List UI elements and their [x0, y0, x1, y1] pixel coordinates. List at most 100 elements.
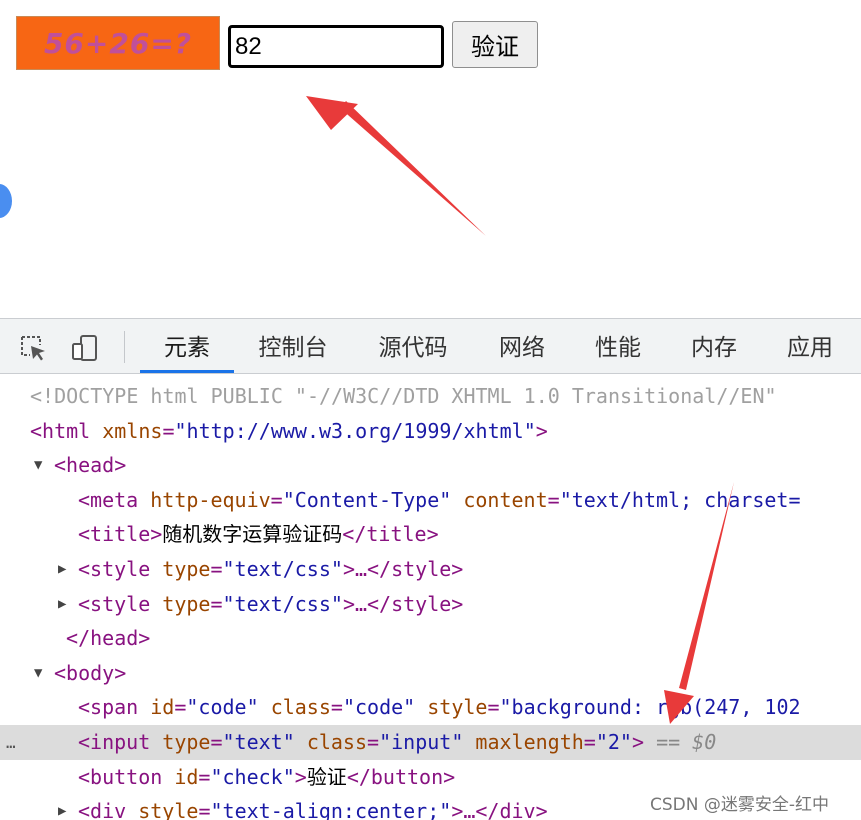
markup-token: <span	[78, 695, 151, 720]
markup-token: 验证	[306, 764, 347, 789]
markup-token	[259, 695, 271, 719]
markup-token: </head>	[54, 626, 151, 651]
markup-token: >…</style>	[342, 591, 464, 616]
collapse-triangle-icon[interactable]: ▼	[34, 448, 42, 483]
markup-token: </title>	[342, 522, 439, 547]
dom-node-markup: <div style="text-align:center;">…</div>	[78, 794, 548, 820]
dom-node-markup: <button id="check">验证</button>	[78, 760, 455, 795]
inspect-element-icon[interactable]	[18, 333, 48, 363]
markup-token: <body>	[54, 660, 127, 685]
markup-token: <style	[78, 591, 163, 616]
markup-token: >…</div>	[451, 799, 548, 820]
markup-token	[451, 488, 463, 512]
markup-token: "http://www.w3.org/1999/xhtml"	[174, 418, 536, 443]
markup-token: http-equiv	[150, 487, 271, 512]
dom-tree: <!DOCTYPE html PUBLIC "-//W3C//DTD XHTML…	[0, 375, 861, 820]
markup-token: <head>	[54, 453, 127, 478]
side-floating-dot[interactable]	[0, 184, 12, 218]
markup-token: <!DOCTYPE html PUBLIC "-//W3C//DTD XHTML…	[30, 384, 777, 408]
dom-node-markup: <!DOCTYPE html PUBLIC "-//W3C//DTD XHTML…	[30, 379, 777, 414]
markup-token: =	[210, 557, 223, 581]
markup-token: =	[583, 730, 596, 754]
dom-node[interactable]: <html xmlns="http://www.w3.org/1999/xhtm…	[0, 414, 861, 449]
markup-token: >	[294, 764, 307, 789]
markup-token: "text/css"	[222, 557, 343, 581]
markup-token: >…</style>	[342, 557, 464, 581]
markup-token	[295, 730, 307, 754]
markup-token: type	[162, 557, 211, 581]
dom-node[interactable]: ▶ <style type="text/css">…</style>	[0, 587, 861, 622]
markup-token	[415, 695, 427, 719]
tab-network[interactable]: 网络	[484, 319, 560, 373]
tab-performance[interactable]: 性能	[580, 319, 656, 373]
markup-token: =	[210, 591, 223, 616]
markup-token: =	[210, 730, 223, 754]
dom-node-markup: <html xmlns="http://www.w3.org/1999/xhtm…	[30, 414, 548, 449]
markup-token: "text/css"	[222, 591, 343, 616]
markup-token: id	[174, 764, 199, 789]
dom-node[interactable]: <title>随机数字运算验证码</title>	[0, 517, 861, 552]
captcha-input[interactable]	[228, 25, 444, 68]
markup-token: type	[162, 730, 211, 754]
markup-token: style	[138, 799, 199, 820]
markup-token: "input"	[379, 730, 464, 754]
markup-token: "text/html; charset=	[559, 487, 801, 512]
markup-token: </button>	[346, 764, 456, 789]
markup-token: =	[330, 695, 343, 720]
markup-token: =	[198, 799, 211, 820]
dom-node-markup: <title>随机数字运算验证码</title>	[78, 517, 439, 552]
collapse-triangle-icon[interactable]: ▼	[34, 656, 42, 691]
markup-token: =	[487, 695, 500, 720]
markup-token: <style	[78, 557, 163, 581]
markup-token: maxlength	[475, 730, 584, 754]
dom-node-markup: <input type="text" class="input" maxleng…	[78, 725, 716, 760]
markup-token: class	[270, 695, 331, 720]
markup-token: <div	[78, 799, 139, 820]
markup-token: "2"	[595, 730, 632, 754]
markup-token	[463, 730, 475, 754]
markup-token: == $0	[656, 730, 717, 754]
dom-node[interactable]: ▼ <head>	[0, 448, 861, 483]
dom-node[interactable]: ▶ <style type="text/css">…</style>	[0, 552, 861, 587]
dom-node[interactable]: <!DOCTYPE html PUBLIC "-//W3C//DTD XHTML…	[0, 379, 861, 414]
markup-token: <input	[78, 730, 163, 754]
dom-node-markup: <head>	[54, 448, 126, 483]
expand-triangle-icon[interactable]: ▶	[58, 587, 66, 622]
markup-token: <button	[78, 764, 175, 789]
tab-elements[interactable]: 元素	[140, 319, 234, 373]
tab-application[interactable]: 应用	[772, 319, 848, 373]
markup-token: style	[427, 695, 488, 720]
dom-node[interactable]: </head>	[0, 621, 861, 656]
expand-triangle-icon[interactable]: ▶	[58, 552, 66, 587]
dom-node[interactable]: ▼ <body>	[0, 656, 861, 691]
markup-token: <meta	[78, 487, 151, 512]
markup-token: >	[535, 418, 548, 443]
expand-triangle-icon[interactable]: ▶	[58, 794, 66, 820]
markup-token: "code"	[342, 695, 416, 720]
markup-token: "background: rgb(247, 102	[499, 695, 801, 720]
dom-node-selected[interactable]: … <input type="text" class="input" maxlen…	[0, 725, 861, 760]
markup-token: 随机数字运算验证码	[162, 522, 343, 547]
markup-token: type	[162, 591, 211, 616]
node-more-actions-icon[interactable]: …	[6, 725, 17, 760]
tab-memory[interactable]: 内存	[676, 319, 752, 373]
dom-node[interactable]: <meta http-equiv="Content-Type" content=…	[0, 483, 861, 518]
markup-token: <title>	[78, 522, 163, 547]
device-toolbar-icon[interactable]	[70, 333, 100, 363]
markup-token: =	[198, 764, 211, 789]
dom-node-markup: </head>	[54, 621, 150, 656]
markup-token: xmlns	[102, 418, 163, 443]
markup-token: =	[162, 418, 175, 443]
markup-token: "Content-Type"	[282, 487, 452, 512]
tab-sources[interactable]: 源代码	[366, 319, 460, 373]
markup-token: "code"	[186, 695, 259, 720]
tab-console[interactable]: 控制台	[246, 319, 340, 373]
dom-node-markup: <span id="code" class="code" style="back…	[78, 690, 801, 725]
dom-node[interactable]: <span id="code" class="code" style="back…	[0, 690, 861, 725]
page-viewport: 56+26=? 验证	[0, 0, 861, 318]
csdn-watermark: CSDN @迷雾安全-红中	[650, 795, 830, 815]
check-button[interactable]: 验证	[452, 21, 538, 68]
markup-token: =	[367, 730, 380, 754]
dom-node-markup: <meta http-equiv="Content-Type" content=…	[78, 483, 801, 518]
markup-token: class	[306, 730, 368, 754]
